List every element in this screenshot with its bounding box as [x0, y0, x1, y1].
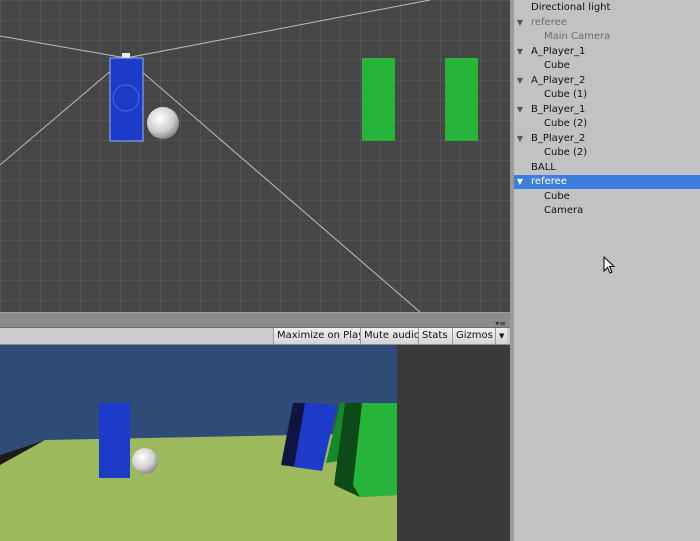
hierarchy-item-label: B_Player_2 — [531, 132, 586, 144]
scene-green-player[interactable] — [445, 58, 478, 141]
hierarchy-item-label: Cube (2) — [544, 147, 588, 158]
foldout-arrow-icon[interactable]: ▼ — [516, 132, 524, 146]
hierarchy-item-label: BALL — [531, 161, 556, 173]
mute-audio-button[interactable]: Mute audio — [360, 328, 420, 344]
hierarchy-item-label: referee — [531, 176, 567, 187]
mouse-pointer-icon — [603, 256, 615, 274]
hierarchy-item[interactable]: ▼ A_Player_1 — [514, 45, 700, 59]
hierarchy-item[interactable]: Cube — [514, 59, 700, 73]
hierarchy-item-label: Directional light — [531, 2, 611, 13]
panel-menu-icon[interactable]: ▾≡ — [495, 319, 506, 328]
game-view[interactable] — [0, 345, 397, 541]
frustum-line — [0, 57, 127, 166]
foldout-arrow-icon[interactable]: ▼ — [516, 74, 524, 88]
hierarchy-item[interactable]: ▼ referee — [514, 175, 700, 189]
hierarchy-item[interactable]: Directional light — [514, 1, 700, 15]
hierarchy-item[interactable]: Camera — [514, 204, 700, 218]
game-viewport — [0, 345, 397, 541]
stats-button[interactable]: Stats — [418, 328, 452, 344]
hierarchy-item[interactable]: ▼ referee — [514, 16, 700, 30]
hierarchy-item-label: Main Camera — [544, 31, 611, 42]
game-ball — [132, 448, 158, 474]
scene-ball[interactable] — [147, 107, 179, 139]
hierarchy-item-label: A_Player_2 — [531, 74, 586, 86]
hierarchy-item[interactable]: Cube (1) — [514, 88, 700, 102]
hierarchy-item-label: Cube (2) — [544, 118, 588, 129]
foldout-arrow-icon[interactable]: ▼ — [516, 175, 524, 189]
foldout-arrow-icon[interactable]: ▼ — [516, 103, 524, 117]
hierarchy-item[interactable]: ▼ A_Player_2 — [514, 74, 700, 88]
hierarchy-item[interactable]: Cube — [514, 190, 700, 204]
foldout-arrow-icon[interactable]: ▼ — [516, 16, 524, 30]
game-blue-player — [99, 403, 130, 478]
hierarchy-item-label: referee — [531, 16, 567, 28]
scene-green-player[interactable] — [362, 58, 395, 141]
hierarchy-item[interactable]: ▼ B_Player_2 — [514, 132, 700, 146]
hierarchy-item[interactable]: Cube (2) — [514, 117, 700, 131]
hierarchy-item[interactable]: ▼ B_Player_1 — [514, 103, 700, 117]
hierarchy-item[interactable]: BALL — [514, 161, 700, 175]
game-toolbar: Maximize on Play Mute audio Stats Gizmos… — [0, 328, 510, 345]
scene-viewport[interactable] — [0, 0, 510, 312]
hierarchy-item-label: Cube — [544, 60, 570, 71]
scene-view[interactable] — [0, 0, 510, 312]
hierarchy-item-label: A_Player_1 — [531, 45, 586, 57]
gizmos-button[interactable]: Gizmos — [452, 328, 495, 344]
hierarchy-item-label: Camera — [544, 205, 584, 216]
maximize-on-play-button[interactable]: Maximize on Play — [273, 328, 364, 344]
foldout-arrow-icon[interactable]: ▼ — [516, 45, 524, 59]
selected-blue-player[interactable] — [109, 57, 144, 142]
hierarchy-item-label: Cube — [544, 190, 570, 202]
frustum-line — [125, 0, 431, 59]
hierarchy-item-label: Cube (1) — [544, 89, 588, 100]
gizmos-dropdown-icon[interactable]: ▼ — [495, 328, 507, 344]
hierarchy-item[interactable]: Cube (2) — [514, 146, 700, 160]
frustum-line — [0, 35, 127, 59]
game-view-empty-area — [397, 345, 510, 541]
hierarchy-item[interactable]: Main Camera — [514, 30, 700, 44]
view-splitter[interactable]: ▾≡ — [0, 312, 510, 328]
hierarchy-item-label: B_Player_1 — [531, 103, 586, 115]
